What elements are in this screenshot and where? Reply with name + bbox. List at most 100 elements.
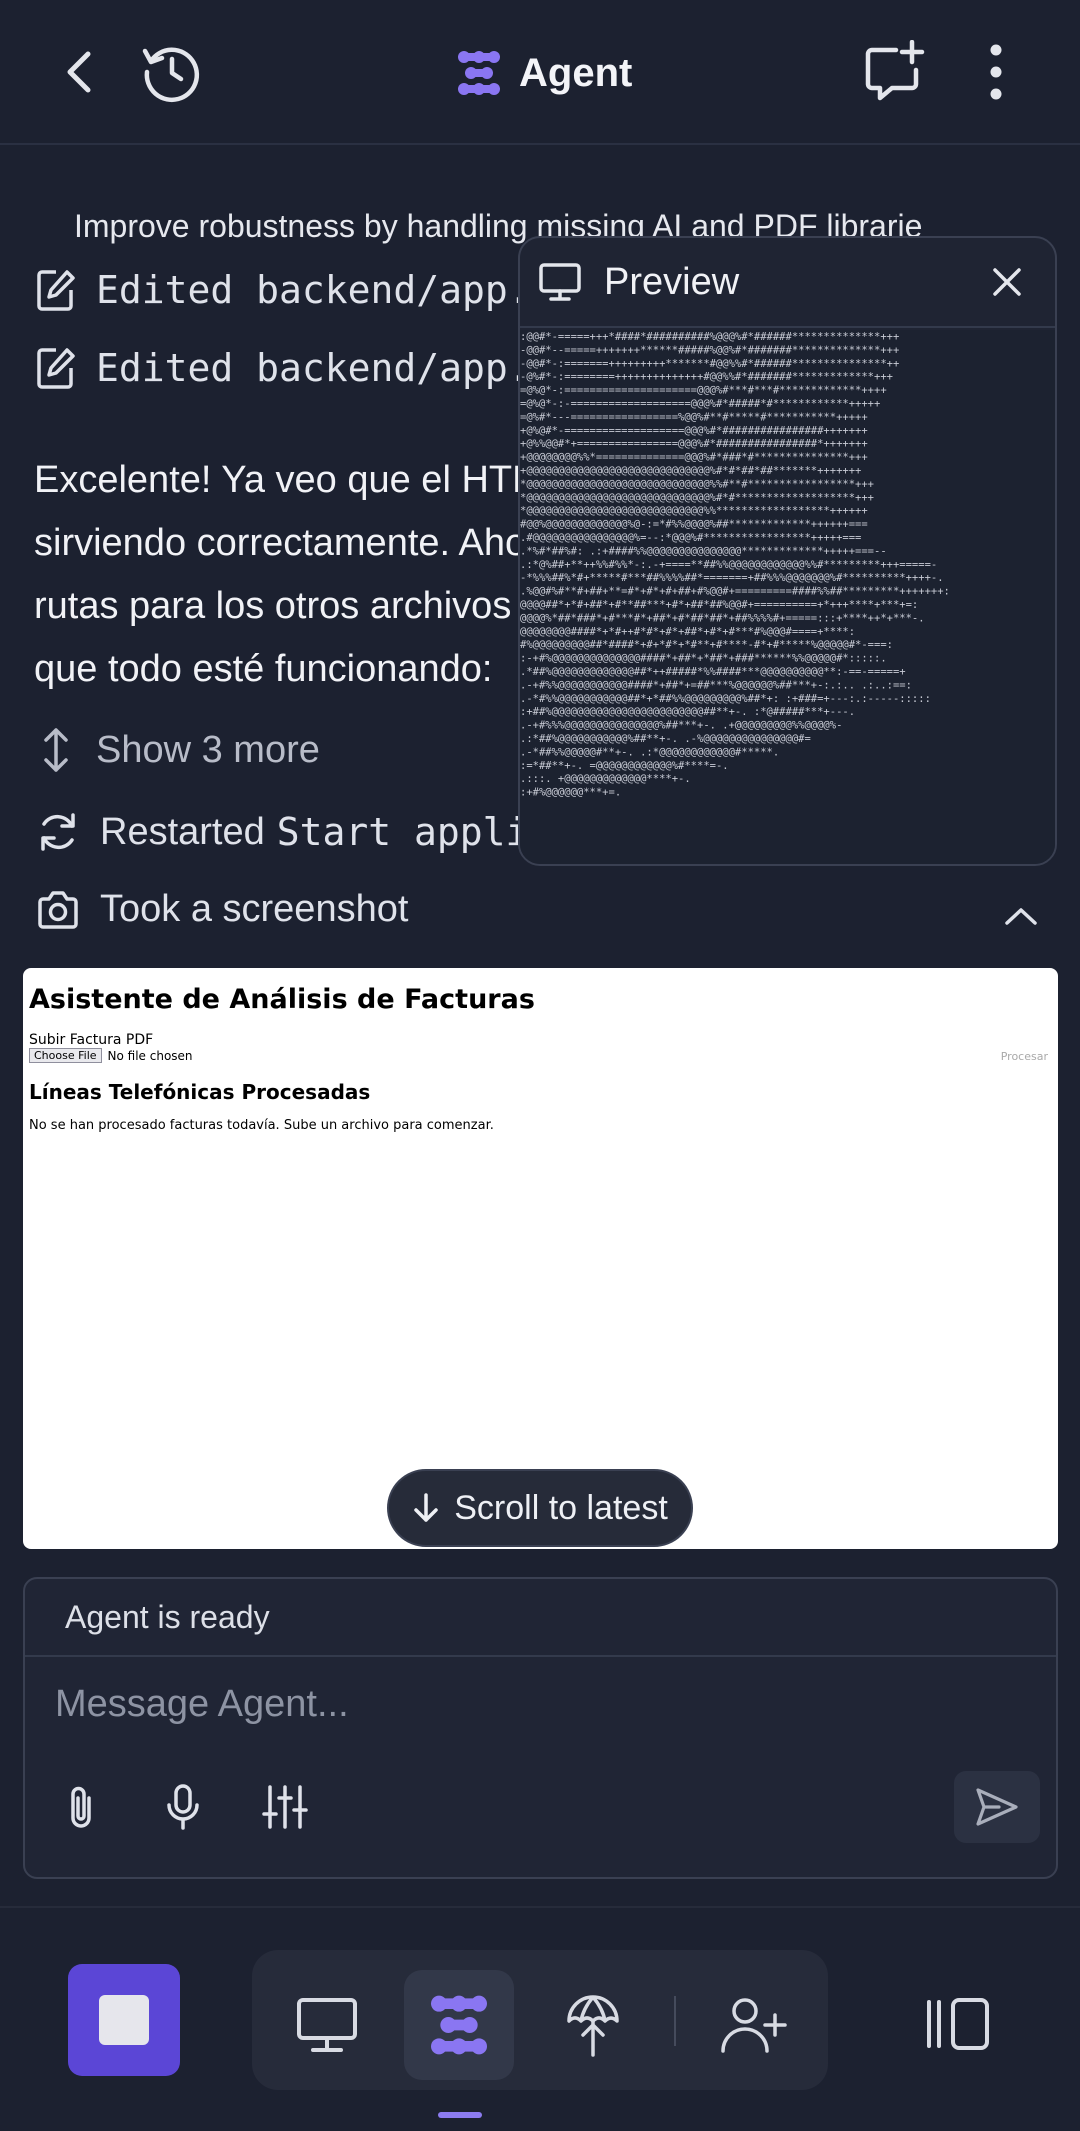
edit-entry[interactable]: Edited backend/app.py	[36, 268, 576, 312]
ascii-line: .-+#%%%@@@@@@@@@@@@@@@%##***+-. .+@@@@@@…	[520, 720, 842, 732]
ascii-line: +@@@@@@@@@@@@@@@@@@@@@@@@@@@@@%#*#*##*##…	[520, 465, 861, 477]
ascii-line: +@@@@@@@@%%*==============@@@%#*###*#***…	[520, 452, 868, 464]
chevron-up-icon[interactable]	[1004, 906, 1038, 926]
restart-label: Restarted	[100, 810, 265, 853]
edit-entry-label: Edited backend/app.py	[96, 346, 577, 390]
edit-entry[interactable]: Edited backend/app.py	[36, 346, 576, 390]
screenshot-process-button: Procesar	[1000, 1050, 1048, 1063]
ascii-line: *@@@@@@@@@@@@@@@@@@@@@@@@@@@@@%#*#******…	[520, 492, 874, 504]
kebab-menu-icon	[990, 44, 1002, 100]
voice-button[interactable]	[151, 1775, 215, 1839]
ascii-line: -@@#*--=====+++++++******#####%@@%#*####…	[520, 344, 899, 356]
settings-button[interactable]	[253, 1775, 317, 1839]
ascii-line: .%@@#%#**#+##+**=#*+#*+#+##+#%@@#+======…	[520, 586, 950, 598]
deploy-tab[interactable]	[538, 1970, 648, 2080]
invite-tab[interactable]	[698, 1970, 808, 2080]
show-more-button[interactable]: Show 3 more	[36, 726, 320, 774]
ascii-line: #%@@@@@@@@@##*####*+#+*#*+*#**+#****-#*+…	[520, 639, 893, 651]
ascii-line: :+#%@@@@@@***+=.	[520, 787, 621, 799]
screenshot-upload-label: Subir Factura PDF	[29, 1032, 154, 1048]
sliders-icon	[262, 1785, 308, 1829]
ascii-line: =@%@*-:-===================@@@%#*#####*#…	[520, 398, 880, 410]
agent-tab-icon	[431, 1995, 487, 2055]
stop-icon	[99, 1995, 149, 2045]
ascii-line: +@%@#*-===================@@@%#*########…	[520, 425, 868, 437]
ascii-line: .*%#*##%#: .:+####%%@@@@@@@@@@@@@@@*****…	[520, 545, 887, 557]
composer-toolbar	[49, 1775, 317, 1839]
agent-logo-icon	[458, 51, 500, 95]
back-button[interactable]	[48, 40, 112, 104]
screenshot-no-file: No file chosen	[107, 1048, 193, 1063]
arrow-down-icon	[414, 1493, 438, 1522]
send-button[interactable]	[954, 1771, 1040, 1843]
ascii-line: @@@@%*##*###*+#***#*+##*+#*##*##*+##%%%%…	[520, 612, 925, 624]
ascii-line: .#@@@@@@@@@@@@@@@@%=--:*@@@%#***********…	[520, 532, 861, 544]
stop-button[interactable]	[68, 1964, 180, 2076]
expand-vertical-icon	[44, 728, 68, 772]
deploy-icon	[567, 1995, 619, 2057]
new-chat-button[interactable]	[862, 40, 926, 104]
message-composer: Agent is ready Message Agent...	[23, 1577, 1058, 1879]
ascii-line: :+##%@@@@@@@@@@@@@@@@@@@@@@@@##**+-. :*@…	[520, 706, 855, 718]
screenshot-file-input: Choose File No file chosen	[29, 1048, 193, 1063]
monitor-icon	[539, 263, 581, 301]
ascii-line: -@@#*-:=======+++++++++*******#@@%%#*###…	[520, 358, 899, 370]
page-title-text: Agent	[519, 50, 633, 95]
agent-tab[interactable]	[404, 1970, 514, 2080]
screenshot-empty-message: No se han procesado facturas todavía. Su…	[29, 1118, 494, 1133]
layout-button[interactable]	[918, 1984, 998, 2064]
bottom-dock	[0, 1906, 1080, 2131]
paperclip-icon	[71, 1786, 91, 1828]
screenshot-section-title: Líneas Telefónicas Procesadas	[29, 1080, 371, 1104]
scroll-to-latest-button[interactable]: Scroll to latest	[387, 1469, 693, 1547]
ascii-line: .-+#%%@@@@@@@@@@@####*+##*+=##***%@@@@@@…	[520, 679, 912, 691]
ascii-line: :=*##**+-. =@@@@@@@@@@@@%#****=-.	[520, 760, 729, 772]
ascii-line: #@@%@@@@@@@@@@@@@%@-:=*#%%@@@@%##*******…	[520, 519, 868, 531]
layout-icon	[927, 1998, 989, 2050]
ascii-line: .:*@%##+**++%%#%%*-:.-+====**##%%@@@@@@@…	[520, 559, 937, 571]
ascii-line: @@@@##*+*#+##*+#**##***+#*+##*##%@@#+===…	[520, 599, 918, 611]
page-title[interactable]: Agent	[455, 45, 632, 101]
screenshot-image[interactable]: Asistente de Análisis de Facturas Subir …	[23, 968, 1058, 1549]
more-menu-button[interactable]	[964, 40, 1028, 104]
ascii-line: -@%#*-:========++++++++++++++#@@%%#*####…	[520, 371, 893, 383]
ascii-line: *@@@@@@@@@@@@@@@@@@@@@@@@@@@@%%*********…	[520, 505, 868, 517]
add-user-icon	[721, 1998, 787, 2053]
close-icon[interactable]	[987, 262, 1027, 302]
desktop-icon	[297, 1998, 357, 2052]
edit-file-icon	[37, 270, 75, 311]
preview-title: Preview	[604, 260, 740, 303]
ascii-line: -*%%%##%*#+*****#***##%%%%##*=======+##%…	[520, 572, 944, 584]
top-bar: Agent	[0, 0, 1080, 145]
workspace-switcher	[252, 1950, 828, 2090]
send-icon	[976, 1788, 1018, 1826]
ascii-line: :@@#*-=====+++*####*##########%@@@%#*###…	[520, 331, 899, 343]
ascii-line: :-+#%@@@@@@@@@@@@@@####*+##*+*##*+###***…	[520, 653, 887, 665]
preview-header: Preview	[520, 238, 1055, 328]
ascii-line: +@%%@@#*+================@@@%#*#########…	[520, 438, 868, 450]
ascii-line: .*##%@@@@@@@@@@@@@##*++#####*%%####***@@…	[520, 666, 906, 678]
screenshot-choose-file: Choose File	[29, 1048, 102, 1063]
ascii-line: .:::. +@@@@@@@@@@@@@****+-.	[520, 773, 691, 785]
scroll-to-latest-label: Scroll to latest	[454, 1488, 668, 1527]
new-chat-icon	[865, 40, 925, 101]
screenshot-app-title: Asistente de Análisis de Facturas	[29, 984, 535, 1015]
agent-status: Agent is ready	[25, 1579, 1056, 1657]
dock-divider	[674, 1996, 676, 2046]
ascii-line: .-*#%%@@@@@@@@@@@##*+*##%%@@@@@@@@@%##*+…	[520, 693, 931, 705]
screenshot-entry[interactable]: Took a screenshot	[36, 888, 408, 931]
preview-window[interactable]: Preview :@@#*-=====+++*####*##########%@…	[518, 236, 1057, 866]
refresh-icon	[41, 813, 75, 851]
desktop-tab[interactable]	[272, 1970, 382, 2080]
ascii-line: .:*##%@@@@@@@@@@@%##**+-. .-%@@@@@@@@@@@…	[520, 733, 811, 745]
history-button[interactable]	[140, 40, 204, 104]
attach-button[interactable]	[49, 1775, 113, 1839]
ascii-line: =@%#*---=================%@@%#**#*****#*…	[520, 411, 868, 423]
preview-ascii-render: :@@#*-=====+++*####*##########%@@@%#*###…	[520, 330, 1055, 864]
home-indicator	[438, 2112, 482, 2118]
screenshot-entry-label: Took a screenshot	[100, 888, 409, 930]
ascii-line: @@@@@@@@####*+*#++#*#*+#*+##*+#*+#***#%@…	[520, 626, 855, 638]
ascii-line: *@@@@@@@@@@@@@@@@@@@@@@@@@@@@@%%#**#****…	[520, 478, 874, 490]
message-input[interactable]: Message Agent...	[55, 1683, 349, 1726]
ascii-line: =@%@*-:=====================@@@%#***#***…	[520, 385, 887, 397]
